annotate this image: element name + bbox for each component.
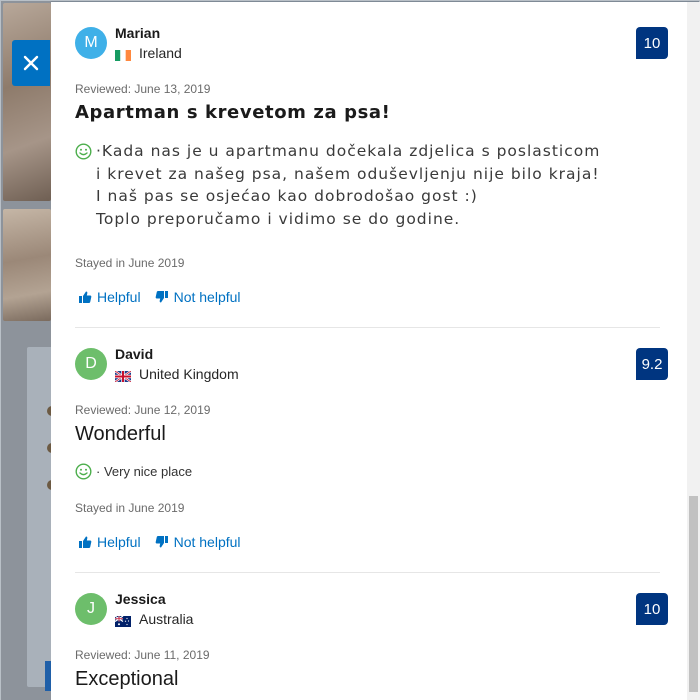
close-button[interactable] [12, 40, 50, 86]
thumbs-down-icon [155, 536, 168, 548]
background-photo [3, 3, 51, 201]
not-helpful-button[interactable]: Not helpful [155, 289, 241, 305]
helpful-button[interactable]: Helpful [78, 289, 141, 305]
stayed-date: Stayed in June 2019 [75, 501, 185, 515]
australia-flag-icon [114, 614, 131, 627]
review-text: ·Kada nas je u apartmanu dočekala zdjeli… [96, 142, 601, 229]
avatar-initial: D [85, 355, 97, 372]
scrollbar-thumb[interactable] [689, 496, 698, 692]
score-badge: 9.2 [636, 348, 668, 380]
close-icon [23, 55, 39, 71]
reviewer-name: David [115, 346, 154, 362]
avatar-initial: M [84, 34, 98, 51]
reviewed-date: Reviewed: June 12, 2019 [75, 403, 211, 417]
reviewer-country: Ireland [115, 45, 182, 61]
ireland-flag-icon [115, 48, 131, 61]
divider [75, 572, 660, 573]
reviewer-name: Marian [115, 25, 161, 41]
review-text: · Very nice place [96, 464, 193, 479]
thumbs-up-icon [79, 291, 92, 303]
thumbs-down-icon [155, 291, 168, 303]
thumbs-up-icon [79, 536, 92, 548]
background-page [1, 1, 51, 700]
reviewer-name: Jessica [115, 591, 166, 607]
review-title: Wonderful [75, 423, 166, 445]
stayed-date: Stayed in June 2019 [75, 256, 185, 270]
smile-icon [75, 463, 92, 480]
country-label: Ireland [139, 45, 182, 61]
not-helpful-label: Not helpful [173, 289, 241, 305]
reviewed-date: Reviewed: June 11, 2019 [75, 648, 210, 662]
country-label: United Kingdom [139, 366, 239, 382]
helpful-label: Helpful [97, 534, 141, 550]
reviewer-country: Australia [114, 611, 194, 627]
review-title: Apartman s krevetom za psa! [75, 102, 391, 123]
reviewed-date: Reviewed: June 13, 2019 [75, 82, 211, 96]
avatar: M [75, 27, 107, 59]
review-title: Exceptional [75, 668, 179, 690]
vote-row: Helpful Not helpful [78, 289, 241, 305]
avatar-initial: J [87, 600, 95, 617]
background-photo [3, 209, 51, 321]
reviews-panel[interactable]: M Marian Ireland 10 Reviewed: June 13, 2… [51, 2, 687, 700]
divider [75, 327, 660, 328]
uk-flag-icon [114, 369, 132, 383]
avatar: J [75, 593, 107, 625]
country-label: Australia [139, 611, 194, 627]
smile-icon [75, 143, 92, 160]
avatar: D [75, 348, 107, 380]
not-helpful-label: Not helpful [173, 534, 241, 550]
not-helpful-button[interactable]: Not helpful [155, 534, 241, 550]
score-badge: 10 [636, 593, 668, 625]
background-card [27, 347, 51, 687]
helpful-button[interactable]: Helpful [78, 534, 141, 550]
review-body: · Very nice place [75, 463, 192, 480]
score-badge: 10 [636, 27, 668, 59]
scrollbar[interactable] [687, 2, 700, 700]
window-frame: M Marian Ireland 10 Reviewed: June 13, 2… [0, 0, 700, 700]
review-body: ·Kada nas je u apartmanu dočekala zdjeli… [75, 142, 601, 231]
helpful-label: Helpful [97, 289, 141, 305]
reviewer-country: United Kingdom [114, 366, 239, 383]
vote-row: Helpful Not helpful [78, 534, 241, 550]
